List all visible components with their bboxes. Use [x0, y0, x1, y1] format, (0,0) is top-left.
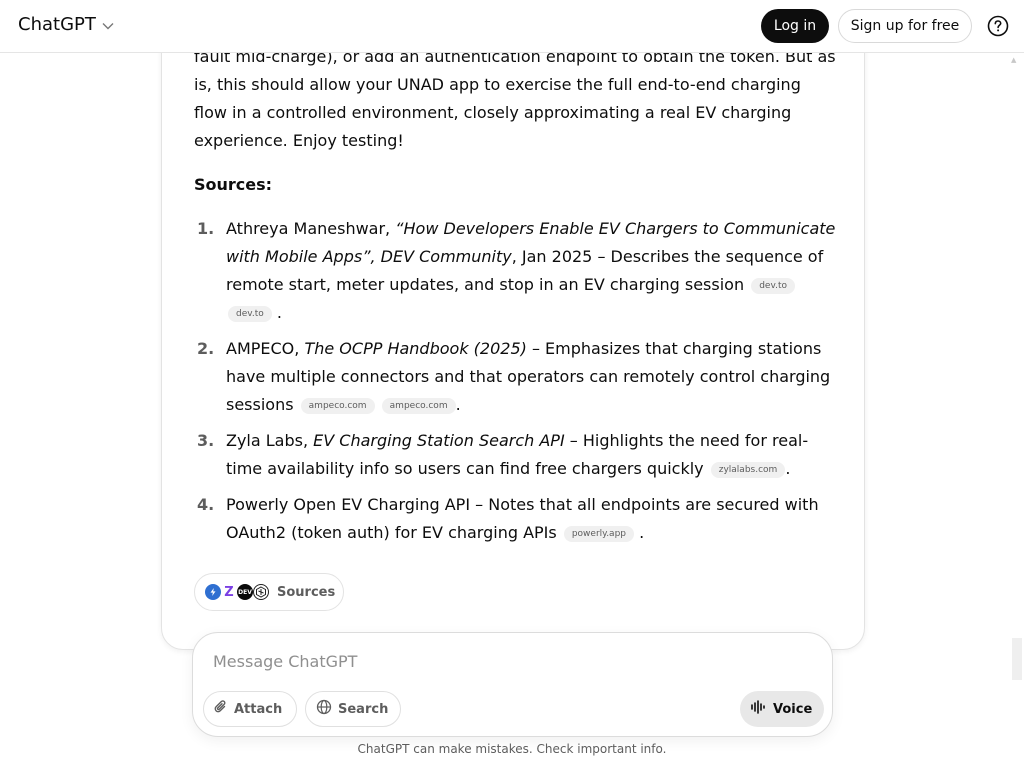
- powerly-favicon-icon: [253, 584, 269, 600]
- citation-chip[interactable]: zylalabs.com: [710, 462, 786, 478]
- voice-button[interactable]: Voice: [740, 691, 824, 727]
- zylalabs-favicon-icon: Z: [221, 584, 237, 600]
- sources-button[interactable]: Z DEV Sources: [194, 573, 344, 611]
- citation-chip[interactable]: dev.to: [228, 306, 272, 322]
- sources-heading: Sources:: [194, 175, 273, 194]
- source-item: 2. AMPECO, The OCPP Handbook (2025) – Em…: [194, 335, 836, 419]
- source-item: 1. Athreya Maneshwar, “How Developers En…: [194, 215, 836, 327]
- ampeco-favicon-icon: [205, 584, 221, 600]
- source-item: 3. Zyla Labs, EV Charging Station Search…: [194, 427, 836, 483]
- source-number: 3.: [197, 431, 215, 450]
- brand-name: ChatGPT: [18, 14, 96, 35]
- attach-button[interactable]: Attach: [203, 691, 297, 727]
- source-title: EV Charging Station Search API: [313, 431, 565, 450]
- top-header: ChatGPT Log in Sign up for free: [0, 0, 1024, 53]
- help-icon[interactable]: [987, 15, 1009, 37]
- signup-button[interactable]: Sign up for free: [838, 9, 972, 43]
- source-author: Zyla Labs,: [226, 431, 314, 450]
- search-label: Search: [338, 701, 389, 717]
- disclaimer-note: ChatGPT can make mistakes. Check importa…: [357, 742, 667, 756]
- source-title: The OCPP Handbook (2025): [304, 339, 527, 358]
- voice-label: Voice: [773, 701, 813, 717]
- message-composer: Attach Search Voice: [192, 632, 833, 737]
- source-number: 1.: [197, 219, 215, 238]
- citation-chip[interactable]: ampeco.com: [381, 398, 456, 414]
- globe-icon: [316, 699, 332, 719]
- chevron-down-icon: [102, 19, 114, 33]
- attach-label: Attach: [234, 701, 283, 717]
- source-number: 4.: [197, 495, 215, 514]
- citation-chip[interactable]: ampeco.com: [300, 398, 375, 414]
- source-number: 2.: [197, 339, 215, 358]
- dev-favicon-icon: DEV: [237, 584, 253, 600]
- paperclip-icon: [214, 699, 228, 719]
- source-item: 4. Powerly Open EV Charging API – Notes …: [194, 491, 836, 547]
- sources-list: 1. Athreya Maneshwar, “How Developers En…: [194, 215, 836, 547]
- message-input[interactable]: [213, 647, 773, 675]
- model-selector[interactable]: ChatGPT: [18, 14, 114, 35]
- search-button[interactable]: Search: [305, 691, 401, 727]
- sources-button-label: Sources: [277, 584, 336, 600]
- scrollbar-thumb[interactable]: [1012, 638, 1022, 680]
- message-content: fault mid-charge), or add an authenticat…: [194, 43, 836, 555]
- login-button[interactable]: Log in: [761, 9, 829, 43]
- assistant-message-card: fault mid-charge), or add an authenticat…: [161, 0, 865, 650]
- scroll-up-arrow-icon[interactable]: ▲: [1011, 56, 1016, 64]
- source-author: AMPECO,: [226, 339, 305, 358]
- source-author: Athreya Maneshwar,: [226, 219, 396, 238]
- message-paragraph: fault mid-charge), or add an authenticat…: [194, 47, 836, 150]
- voice-waveform-icon: [750, 700, 766, 718]
- citation-chip[interactable]: powerly.app: [563, 526, 634, 542]
- source-author: Powerly Open EV Charging API – Notes tha…: [226, 495, 819, 542]
- citation-chip[interactable]: dev.to: [751, 278, 795, 294]
